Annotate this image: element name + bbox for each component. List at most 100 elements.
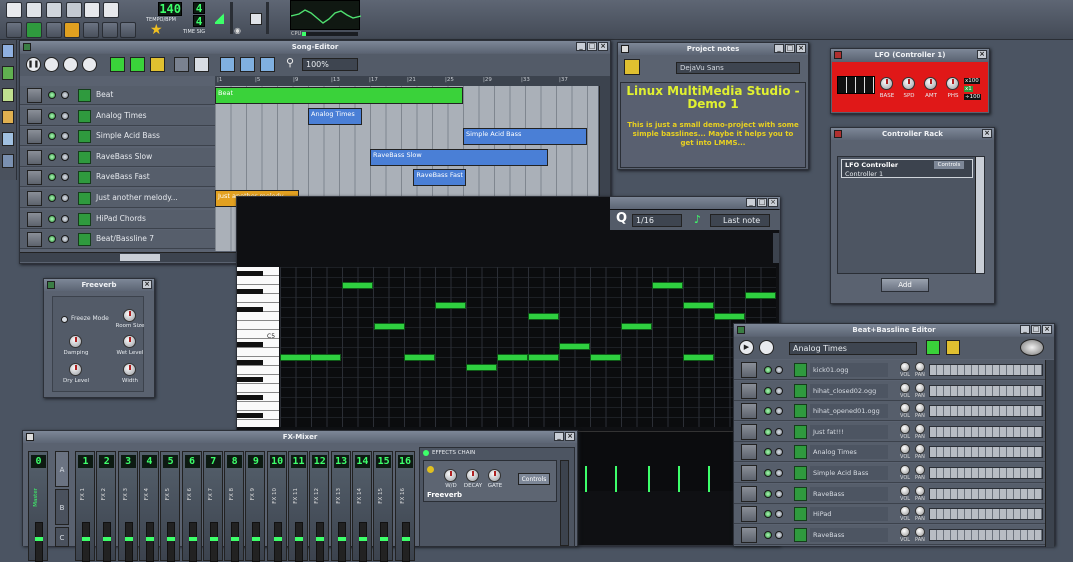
mute-led[interactable] — [48, 91, 56, 99]
fx-channel[interactable]: 5 FX 5 — [160, 451, 181, 562]
minimize-button[interactable]: _ — [746, 198, 756, 207]
mute-led[interactable] — [48, 173, 56, 182]
solo-led[interactable] — [61, 91, 69, 99]
note-length-combobox[interactable]: Last note — [710, 214, 770, 227]
fx-channel[interactable]: 2 FX 2 — [96, 451, 117, 562]
track-name[interactable]: RaveBass Fast — [96, 172, 150, 181]
note[interactable] — [342, 282, 373, 289]
play-icon[interactable]: ❚❚ — [26, 57, 41, 72]
channel-fader[interactable] — [103, 522, 112, 562]
quantize-combobox[interactable]: 1/16 — [632, 214, 682, 227]
track-row[interactable]: Simple Acid Bass — [20, 127, 215, 147]
note[interactable] — [528, 354, 559, 361]
close-button[interactable]: × — [142, 280, 152, 289]
multiplier-x1[interactable]: x1 — [964, 86, 973, 92]
song-editor-icon[interactable] — [6, 22, 22, 38]
track-row[interactable]: Analog Times — [20, 106, 215, 126]
track-tool-icon[interactable] — [741, 444, 757, 461]
bb-track-name[interactable]: kick01.ogg — [810, 363, 888, 377]
fx-channel[interactable]: 14 FX 14 — [351, 451, 372, 562]
solo-led[interactable] — [61, 214, 69, 223]
add-automation-track-icon[interactable] — [150, 57, 165, 72]
solo-led[interactable] — [775, 530, 783, 539]
solo-led[interactable] — [61, 132, 69, 141]
mute-led[interactable] — [764, 530, 772, 539]
amount-knob[interactable] — [924, 77, 937, 90]
notes-text-area[interactable]: Linux MultiMedia Studio - Demo 1 This is… — [620, 82, 806, 168]
track-name[interactable]: RaveBass Slow — [96, 152, 152, 161]
solo-led[interactable] — [61, 111, 69, 120]
mute-led[interactable] — [48, 214, 56, 223]
fx-channel[interactable]: 6 FX 6 — [181, 451, 202, 562]
channel-fader[interactable] — [358, 522, 367, 562]
dry-level-knob[interactable] — [69, 363, 82, 376]
fx-channel[interactable]: 16 FX 16 — [394, 451, 415, 562]
step-sequencer[interactable] — [929, 425, 1043, 438]
track-tool-icon[interactable] — [741, 485, 757, 502]
fx-channel[interactable]: 11 FX 11 — [288, 451, 308, 562]
plugins-icon[interactable] — [2, 44, 14, 58]
mute-led[interactable] — [48, 132, 56, 141]
track-tool-icon[interactable] — [741, 506, 757, 523]
bb-editor-titlebar[interactable]: Beat+Bassline Editor _ □ × — [734, 324, 1054, 336]
bb-track-row[interactable]: Simple Acid Bass VOL PAN — [734, 463, 1046, 483]
speed-knob[interactable] — [902, 77, 915, 90]
track-tool-icon[interactable] — [27, 211, 42, 227]
bb-track-name[interactable]: Just fat!!! — [810, 424, 888, 439]
note[interactable] — [745, 292, 776, 299]
track-row[interactable]: RaveBass Slow — [20, 147, 215, 167]
rack-vscrollbar[interactable] — [975, 157, 984, 273]
channel-fader[interactable] — [188, 522, 197, 562]
bb-track-name[interactable]: RaveBass — [810, 527, 888, 542]
solo-led[interactable] — [61, 235, 69, 244]
bb-track-name[interactable]: Simple Acid Bass — [810, 466, 888, 480]
lfo-titlebar[interactable]: LFO (Controller 1) × — [831, 49, 989, 61]
close-button[interactable]: × — [796, 44, 806, 53]
note[interactable] — [497, 354, 528, 361]
scroll-icon[interactable] — [220, 57, 235, 72]
maximize-button[interactable]: □ — [785, 44, 795, 53]
freeze-mode-led[interactable] — [61, 316, 68, 323]
minimize-button[interactable]: _ — [554, 432, 564, 441]
channel-fader[interactable] — [337, 522, 346, 562]
track-row[interactable]: HiPad Chords — [20, 209, 215, 229]
mute-led[interactable] — [48, 194, 56, 202]
track-tool-icon[interactable] — [27, 108, 42, 124]
piano-roll-vscrollbar[interactable] — [773, 233, 779, 263]
master-pitch-slider[interactable] — [266, 2, 269, 34]
channel-fader[interactable] — [252, 522, 261, 562]
add-beat-track-icon[interactable] — [110, 57, 125, 72]
fx-channel[interactable]: 3 FX 3 — [117, 451, 138, 562]
volume-knob[interactable] — [900, 362, 910, 372]
close-button[interactable]: × — [1042, 325, 1052, 334]
track-tool-icon[interactable] — [27, 170, 42, 186]
effect-power-led[interactable] — [427, 466, 434, 473]
tempo-display[interactable]: 140 — [158, 2, 182, 16]
volume-knob[interactable] — [900, 506, 910, 517]
track-name[interactable]: HiPad Chords — [96, 214, 146, 223]
bb-track-row[interactable]: RaveBass VOL PAN — [734, 524, 1046, 545]
bb-stop-icon[interactable] — [759, 340, 774, 355]
controller-rack-titlebar[interactable]: Controller Rack × — [831, 128, 994, 140]
volume-knob[interactable] — [900, 465, 910, 475]
bb-track-row[interactable]: kick01.ogg VOL PAN — [734, 360, 1046, 380]
step-sequencer[interactable] — [929, 487, 1043, 500]
master-volume-icon[interactable] — [215, 12, 224, 24]
metronome-icon[interactable] — [250, 13, 262, 25]
piano-roll-icon[interactable] — [46, 22, 62, 38]
note[interactable] — [714, 313, 745, 320]
fx-channel[interactable]: 1 FX 1 — [75, 451, 95, 562]
close-button[interactable]: × — [768, 198, 778, 207]
volume-knob[interactable] — [900, 423, 910, 434]
computer-icon[interactable] — [2, 154, 14, 168]
note[interactable] — [621, 323, 652, 330]
step-sequencer[interactable] — [929, 467, 1043, 479]
fx-mixer-titlebar[interactable]: FX-Mixer _ × — [23, 431, 577, 443]
multiplier-div100[interactable]: ÷100 — [964, 94, 982, 100]
fx-channel[interactable]: 10 FX 10 — [266, 451, 287, 562]
channel-fader[interactable] — [380, 522, 389, 562]
track-name[interactable]: Analog Times — [96, 111, 147, 120]
pan-knob[interactable] — [915, 465, 925, 475]
mute-led[interactable] — [764, 448, 772, 457]
effects-chain-led[interactable] — [423, 450, 429, 456]
